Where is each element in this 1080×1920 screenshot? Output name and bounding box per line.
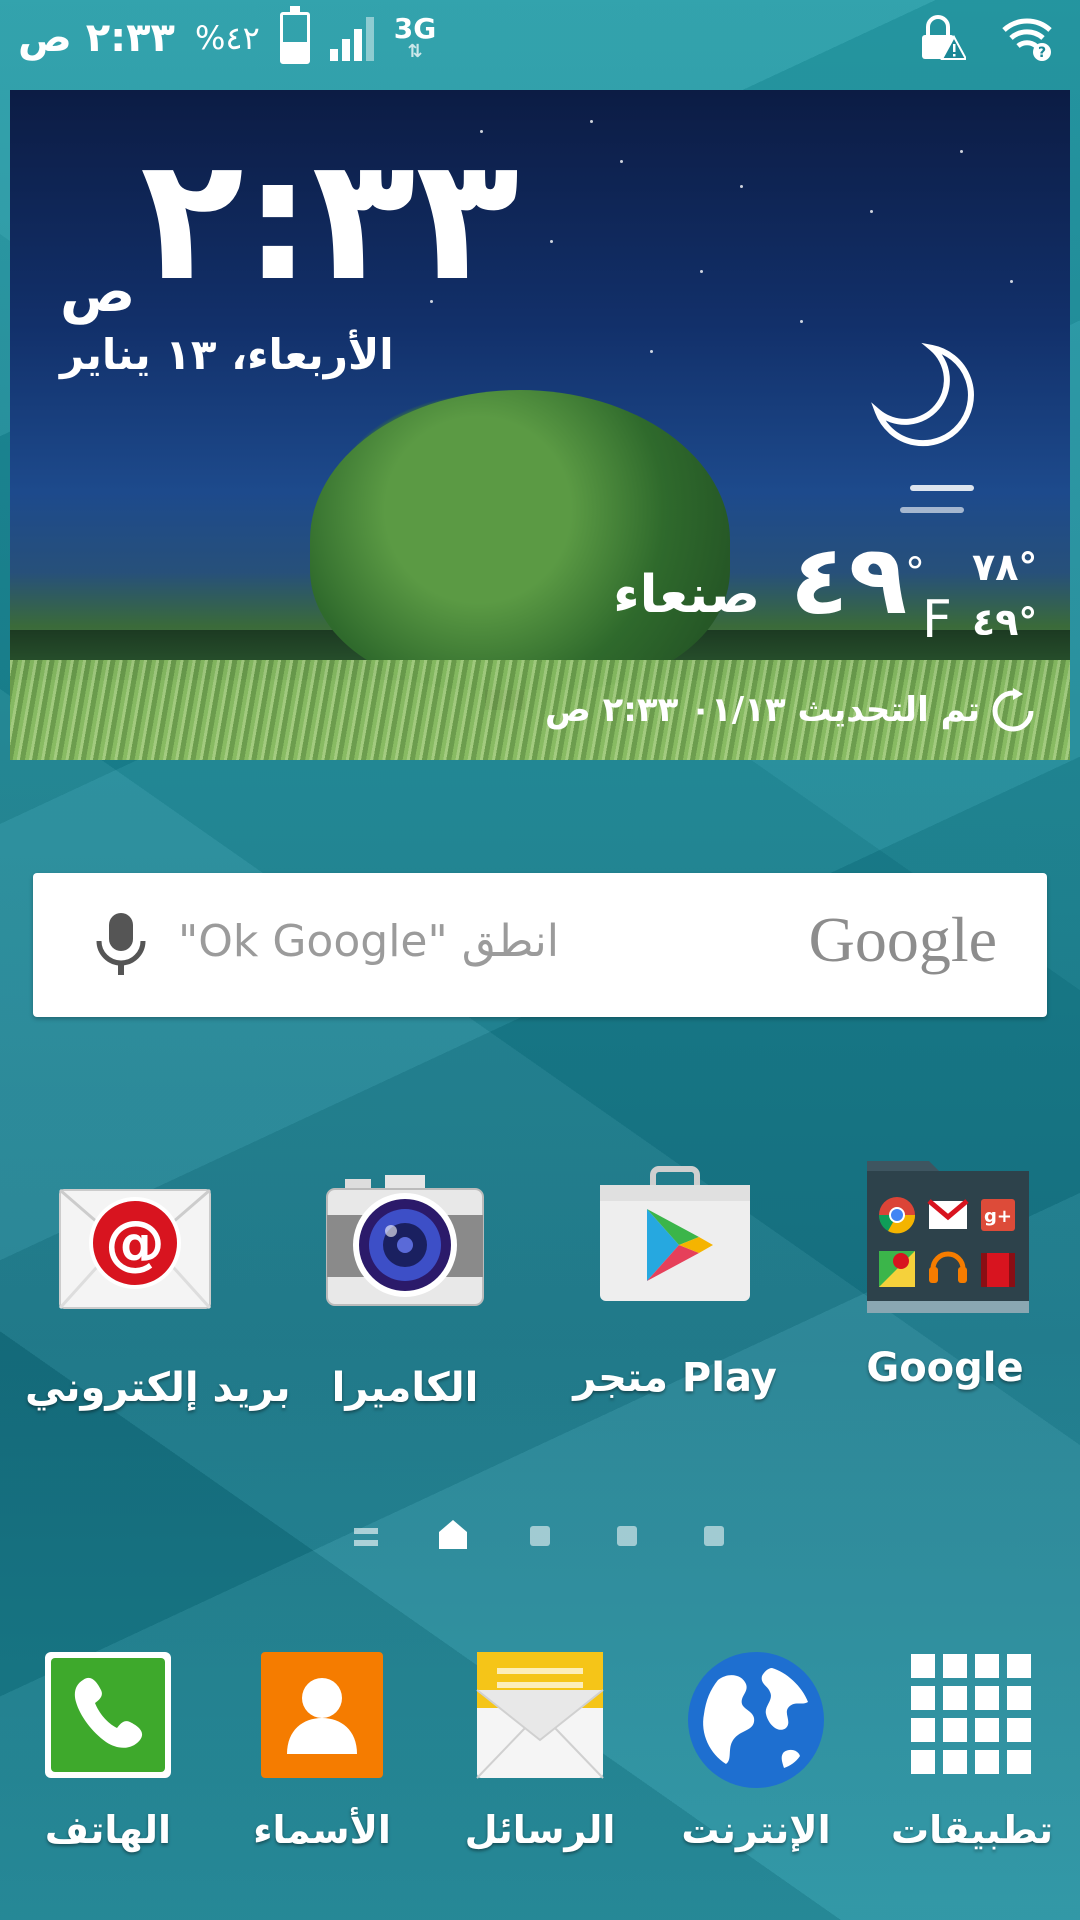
network-label: 3G — [393, 12, 437, 45]
google-logo: Google — [808, 904, 997, 975]
apps-grid-icon — [907, 1650, 1037, 1780]
app-play-store[interactable]: متجر Play — [565, 1165, 785, 1401]
grid-square — [943, 1654, 967, 1678]
play-store-icon — [595, 1165, 755, 1315]
weather-updated-time: تم التحديث ٠١/١٣ ٢:٣٣ ص — [544, 690, 980, 730]
battery-icon — [279, 6, 310, 64]
dock-contacts[interactable]: الأسماء — [222, 1650, 422, 1852]
app-camera[interactable]: الكاميرا — [295, 1175, 515, 1411]
email-icon: @ — [55, 1175, 215, 1325]
battery-percent: %٤٢ — [194, 19, 260, 57]
app-label: الكاميرا — [331, 1365, 479, 1411]
page-menu-icon[interactable] — [354, 1540, 378, 1546]
google-search-bar[interactable]: "Ok Google" انطق Google — [33, 873, 1047, 1017]
lock-warning-icon — [916, 13, 968, 67]
weather-city: صنعاء — [613, 565, 760, 625]
internet-icon — [688, 1650, 824, 1788]
page-dot[interactable] — [530, 1526, 550, 1546]
grid-square — [911, 1750, 935, 1774]
app-label: Google — [866, 1345, 1024, 1391]
page-dot[interactable] — [704, 1526, 724, 1546]
weather-low: ٤٩° — [972, 600, 1038, 644]
google-folder-icon: g+ — [865, 1155, 1029, 1315]
weather-unit: F — [922, 590, 952, 650]
status-bar-right: ? — [916, 10, 1054, 70]
status-bar[interactable]: ٢:٣٣ ص %٤٢ 3G ⇅ ? — [0, 0, 1080, 80]
grid-square — [943, 1718, 967, 1742]
wifi-icon: ? — [1002, 14, 1054, 66]
dock-phone[interactable]: الهاتف — [8, 1650, 208, 1852]
grid-square — [1007, 1686, 1031, 1710]
dock-label: الهاتف — [44, 1808, 172, 1852]
dock-messages[interactable]: الرسائل — [440, 1650, 640, 1852]
grid-square — [943, 1750, 967, 1774]
search-placeholder[interactable]: "Ok Google" انطق — [178, 916, 559, 967]
app-label: متجر Play — [573, 1355, 777, 1401]
app-google-folder[interactable]: g+ Google — [835, 1155, 1055, 1391]
refresh-icon[interactable] — [990, 688, 1036, 738]
grid-square — [911, 1654, 935, 1678]
weather-clock-widget[interactable]: ٢:٣٣ ص الأربعاء، ١٣ يناير صنعاء ٤٩ ° F ٧… — [10, 90, 1070, 760]
weather-temperature: ٤٩ — [790, 524, 908, 636]
weather-high: ٧٨° — [972, 545, 1038, 589]
dock-internet[interactable]: الإنترنت — [656, 1650, 856, 1852]
svg-text:g+: g+ — [984, 1206, 1012, 1227]
svg-text:?: ? — [1038, 45, 1046, 61]
signal-icon — [329, 15, 374, 61]
fog-line-icon — [910, 485, 974, 491]
dock-apps[interactable]: تطبيقات — [872, 1650, 1072, 1852]
status-time: ٢:٣٣ ص — [18, 15, 175, 61]
grid-square — [1007, 1718, 1031, 1742]
grid-square — [975, 1718, 999, 1742]
widget-ampm: ص — [60, 260, 136, 325]
camera-icon — [325, 1175, 485, 1325]
dock-label: الرسائل — [464, 1808, 616, 1852]
grid-square — [975, 1686, 999, 1710]
microphone-icon[interactable] — [93, 911, 149, 981]
fog-line-icon — [900, 507, 964, 513]
moon-icon — [870, 340, 980, 454]
svg-text:@: @ — [105, 1208, 165, 1278]
widget-date: الأربعاء، ١٣ يناير — [60, 330, 394, 379]
dock-label: الأسماء — [253, 1808, 391, 1852]
grid-square — [975, 1654, 999, 1678]
page-indicator[interactable] — [0, 1518, 1080, 1558]
network-type: 3G ⇅ — [394, 15, 436, 61]
tree — [310, 390, 730, 690]
grid-square — [943, 1686, 967, 1710]
messages-icon — [475, 1650, 605, 1780]
grid-square — [975, 1750, 999, 1774]
home-page-icon[interactable] — [438, 1518, 468, 1554]
app-label: بريد إلكتروني — [25, 1365, 291, 1411]
grid-square — [1007, 1750, 1031, 1774]
phone-icon — [43, 1650, 173, 1780]
contacts-icon — [257, 1650, 387, 1780]
dock-label: الإنترنت — [681, 1808, 831, 1852]
status-bar-left: ٢:٣٣ ص %٤٢ 3G ⇅ — [18, 6, 436, 68]
app-email[interactable]: @ بريد إلكتروني — [25, 1175, 291, 1411]
page-menu-icon[interactable] — [354, 1528, 378, 1534]
page-dot[interactable] — [617, 1526, 637, 1546]
grid-square — [1007, 1654, 1031, 1678]
dock-label: تطبيقات — [890, 1808, 1054, 1852]
widget-clock: ٢:٣٣ — [140, 121, 520, 319]
grid-square — [911, 1718, 935, 1742]
grid-square — [911, 1686, 935, 1710]
data-arrows-icon: ⇅ — [407, 41, 423, 62]
